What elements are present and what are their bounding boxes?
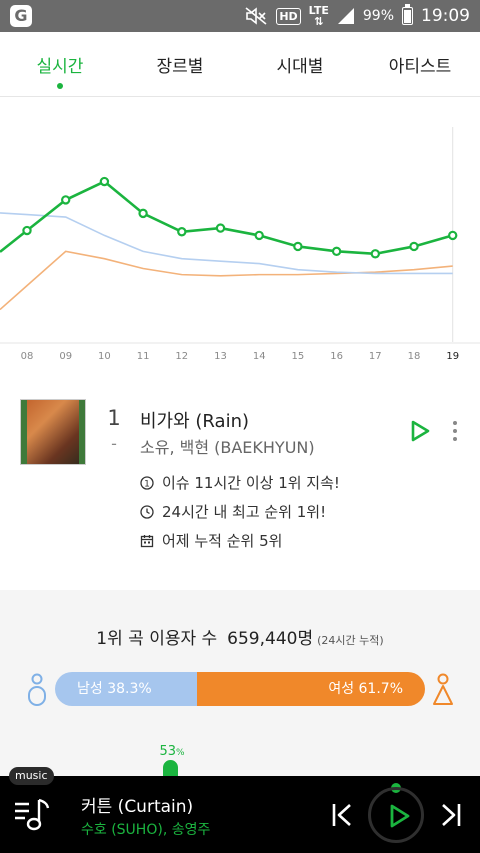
calendar-icon xyxy=(140,534,154,547)
x-tick-label: 10 xyxy=(98,351,111,362)
info-line-best-rank: 24시간 내 최고 순위 1위! xyxy=(140,501,326,522)
playlist-icon[interactable] xyxy=(13,794,53,834)
now-playing-artist[interactable]: 수호 (SUHO), 송영주 xyxy=(81,819,210,839)
data-point-11[interactable] xyxy=(138,208,148,219)
battery-percent: 99% xyxy=(362,8,394,24)
music-tag: music xyxy=(9,767,54,785)
data-point-08[interactable] xyxy=(22,225,32,236)
medal-icon: 1 xyxy=(140,475,154,490)
tab-genre[interactable]: 장르별 xyxy=(120,32,240,96)
x-tick-label: 11 xyxy=(137,351,150,362)
listener-stats: 1위 곡 이용자 수 659,440명 (24시간 누적) 남성 38.3% 여성 … xyxy=(0,590,480,776)
stats-label: 1위 곡 이용자 수 xyxy=(96,629,218,649)
x-tick-label: 19 xyxy=(446,351,459,362)
data-point-09[interactable] xyxy=(60,195,71,205)
data-point-12[interactable] xyxy=(177,227,187,237)
age-value: 53 xyxy=(159,744,176,759)
rank-change: - xyxy=(111,434,117,453)
status-icons: HD LTE ⇅ 99% 19:09 xyxy=(244,0,470,32)
data-point-14[interactable] xyxy=(254,230,264,241)
x-tick-label: 14 xyxy=(253,351,266,362)
data-point-19[interactable] xyxy=(448,230,458,241)
play-button[interactable] xyxy=(368,787,424,843)
clock-icon xyxy=(140,504,154,519)
tab-label: 장르별 xyxy=(156,57,204,77)
info-line-yesterday: 어제 누적 순위 5위 xyxy=(140,530,282,551)
tab-era[interactable]: 시대별 xyxy=(240,32,360,96)
play-icon[interactable] xyxy=(409,419,431,443)
tab-realtime[interactable]: 실시간 xyxy=(0,32,120,96)
info-line-streak: 1 이슈 11시간 이상 1위 지속! xyxy=(140,472,340,493)
chart-svg: 08 09 10 11 12 13 14 15 16 17 18 19 xyxy=(0,127,480,362)
active-tab-indicator xyxy=(57,83,63,89)
album-cover[interactable] xyxy=(21,400,85,464)
more-options-icon[interactable] xyxy=(448,418,462,446)
age-group-bar xyxy=(163,760,178,776)
data-point-16[interactable] xyxy=(331,246,342,257)
x-tick-label: 12 xyxy=(175,351,188,362)
info-text: 어제 누적 순위 5위 xyxy=(162,532,283,550)
info-text: 24시간 내 최고 순위 1위! xyxy=(162,503,327,521)
data-point-18[interactable] xyxy=(409,241,419,252)
lte-icon: LTE ⇅ xyxy=(308,4,329,28)
x-tick-label: 13 xyxy=(214,351,227,362)
male-segment: 남성 38.3% xyxy=(55,672,197,706)
tab-label: 실시간 xyxy=(36,57,84,77)
rank-trend-chart: 08 09 10 11 12 13 14 15 16 17 18 19 xyxy=(0,97,480,372)
svg-text:1: 1 xyxy=(144,479,150,489)
female-segment: 여성 61.7% xyxy=(196,672,425,706)
status-bar: G HD LTE ⇅ 99% 19:09 xyxy=(0,0,480,32)
lte-label: LTE xyxy=(308,4,329,17)
male-icon xyxy=(28,673,46,706)
mini-player[interactable]: 커튼 (Curtain) 수호 (SUHO), 송영주 xyxy=(0,776,480,853)
gender-ratio-bar: 남성 38.3% 여성 61.7% xyxy=(55,672,425,706)
battery-icon xyxy=(402,4,413,25)
previous-track-icon[interactable] xyxy=(331,802,353,828)
stats-note: (24시간 누적) xyxy=(317,634,384,647)
series-line-2 xyxy=(0,250,453,311)
x-tick-label: 18 xyxy=(408,351,421,362)
rank-number: 1 xyxy=(107,406,121,430)
listener-count: 659,440명 xyxy=(227,629,314,649)
data-point-13[interactable] xyxy=(215,223,226,233)
age-group-percent: 53% xyxy=(152,740,192,759)
next-track-icon[interactable] xyxy=(440,802,462,828)
song-artist[interactable]: 소유, 백현 (BAEKHYUN) xyxy=(140,434,315,458)
x-tick-label: 16 xyxy=(330,351,343,362)
data-point-10[interactable] xyxy=(99,176,110,187)
tab-artist[interactable]: 아티스트 xyxy=(360,32,480,96)
song-title[interactable]: 비가와 (Rain) xyxy=(140,407,249,433)
chart-tabs: 실시간 장르별 시대별 아티스트 xyxy=(0,32,480,97)
signal-icon xyxy=(337,8,354,24)
female-icon xyxy=(433,673,453,705)
x-tick-label: 15 xyxy=(292,351,305,362)
tab-label: 아티스트 xyxy=(388,57,452,77)
data-point-17[interactable] xyxy=(370,249,380,259)
x-tick-label: 08 xyxy=(21,351,34,362)
stats-title: 1위 곡 이용자 수 659,440명 (24시간 누적) xyxy=(0,624,480,649)
tab-label: 시대별 xyxy=(276,57,324,77)
age-unit: % xyxy=(175,748,185,758)
play-icon xyxy=(390,804,410,828)
hd-voice-icon: HD xyxy=(276,7,301,25)
mute-icon xyxy=(245,7,267,25)
x-tick-label: 09 xyxy=(59,351,72,362)
x-tick-label: 17 xyxy=(369,351,382,362)
info-text: 이슈 11시간 이상 1위 지속! xyxy=(162,474,340,492)
data-point-15[interactable] xyxy=(293,241,303,252)
now-playing-title[interactable]: 커튼 (Curtain) xyxy=(81,792,193,817)
clock: 19:09 xyxy=(421,6,470,26)
top-song[interactable]: 1 - 비가와 (Rain) 소유, 백현 (BAEKHYUN) 1 이슈 11… xyxy=(0,396,480,576)
series-line-1 xyxy=(0,212,453,275)
app-notification-icon: G xyxy=(10,5,32,27)
